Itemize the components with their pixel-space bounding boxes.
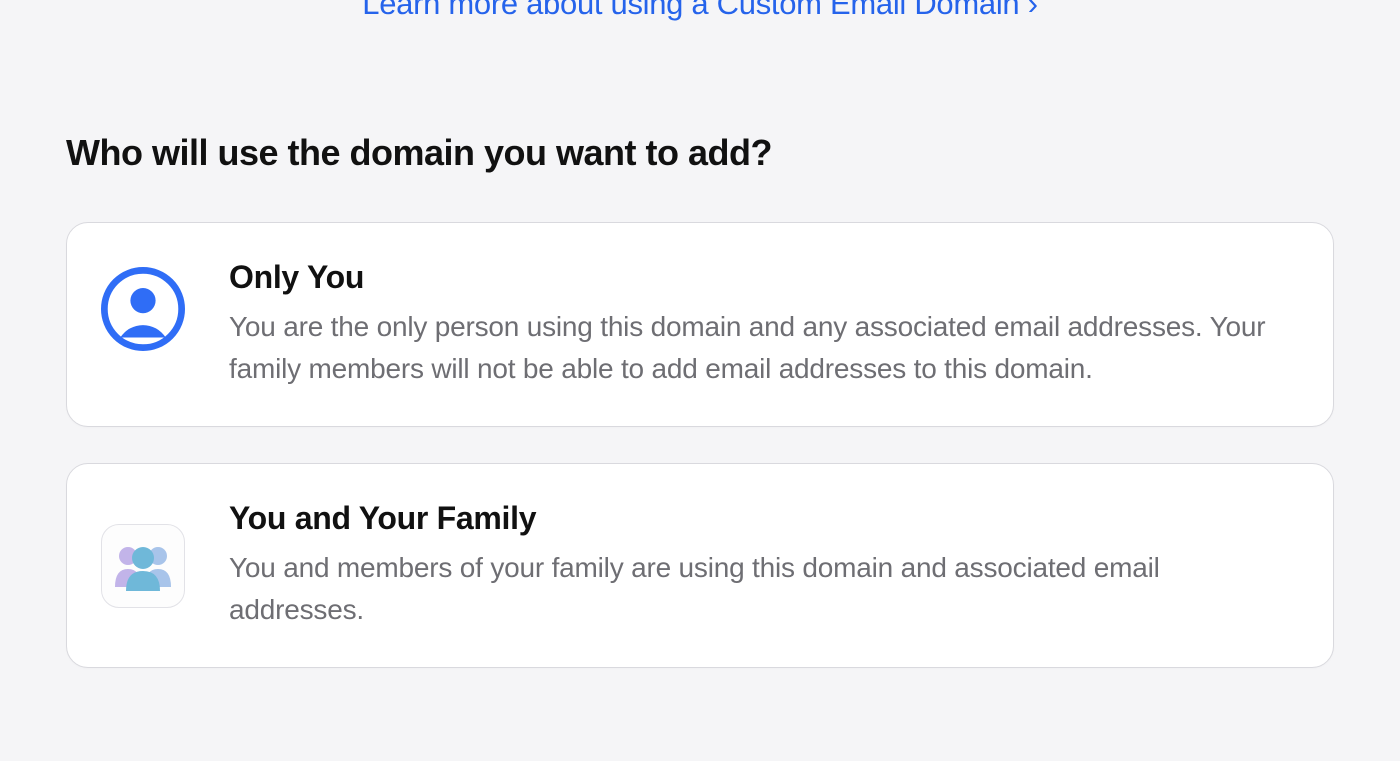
person-icon	[101, 267, 185, 351]
option-you-and-family-title: You and Your Family	[229, 500, 1283, 537]
option-you-and-family-description: You and members of your family are using…	[229, 547, 1283, 631]
option-you-and-family-text: You and Your Family You and members of y…	[229, 500, 1283, 631]
option-only-you[interactable]: Only You You are the only person using t…	[66, 222, 1334, 427]
option-you-and-family[interactable]: You and Your Family You and members of y…	[66, 463, 1334, 668]
option-only-you-title: Only You	[229, 259, 1283, 296]
option-only-you-text: Only You You are the only person using t…	[229, 259, 1283, 390]
page-heading: Who will use the domain you want to add?	[66, 132, 1334, 174]
learn-more-label: Learn more about using a Custom Email Do…	[362, 0, 1019, 21]
family-icon	[101, 524, 185, 608]
learn-more-link[interactable]: Learn more about using a Custom Email Do…	[66, 0, 1334, 22]
option-only-you-description: You are the only person using this domai…	[229, 306, 1283, 390]
